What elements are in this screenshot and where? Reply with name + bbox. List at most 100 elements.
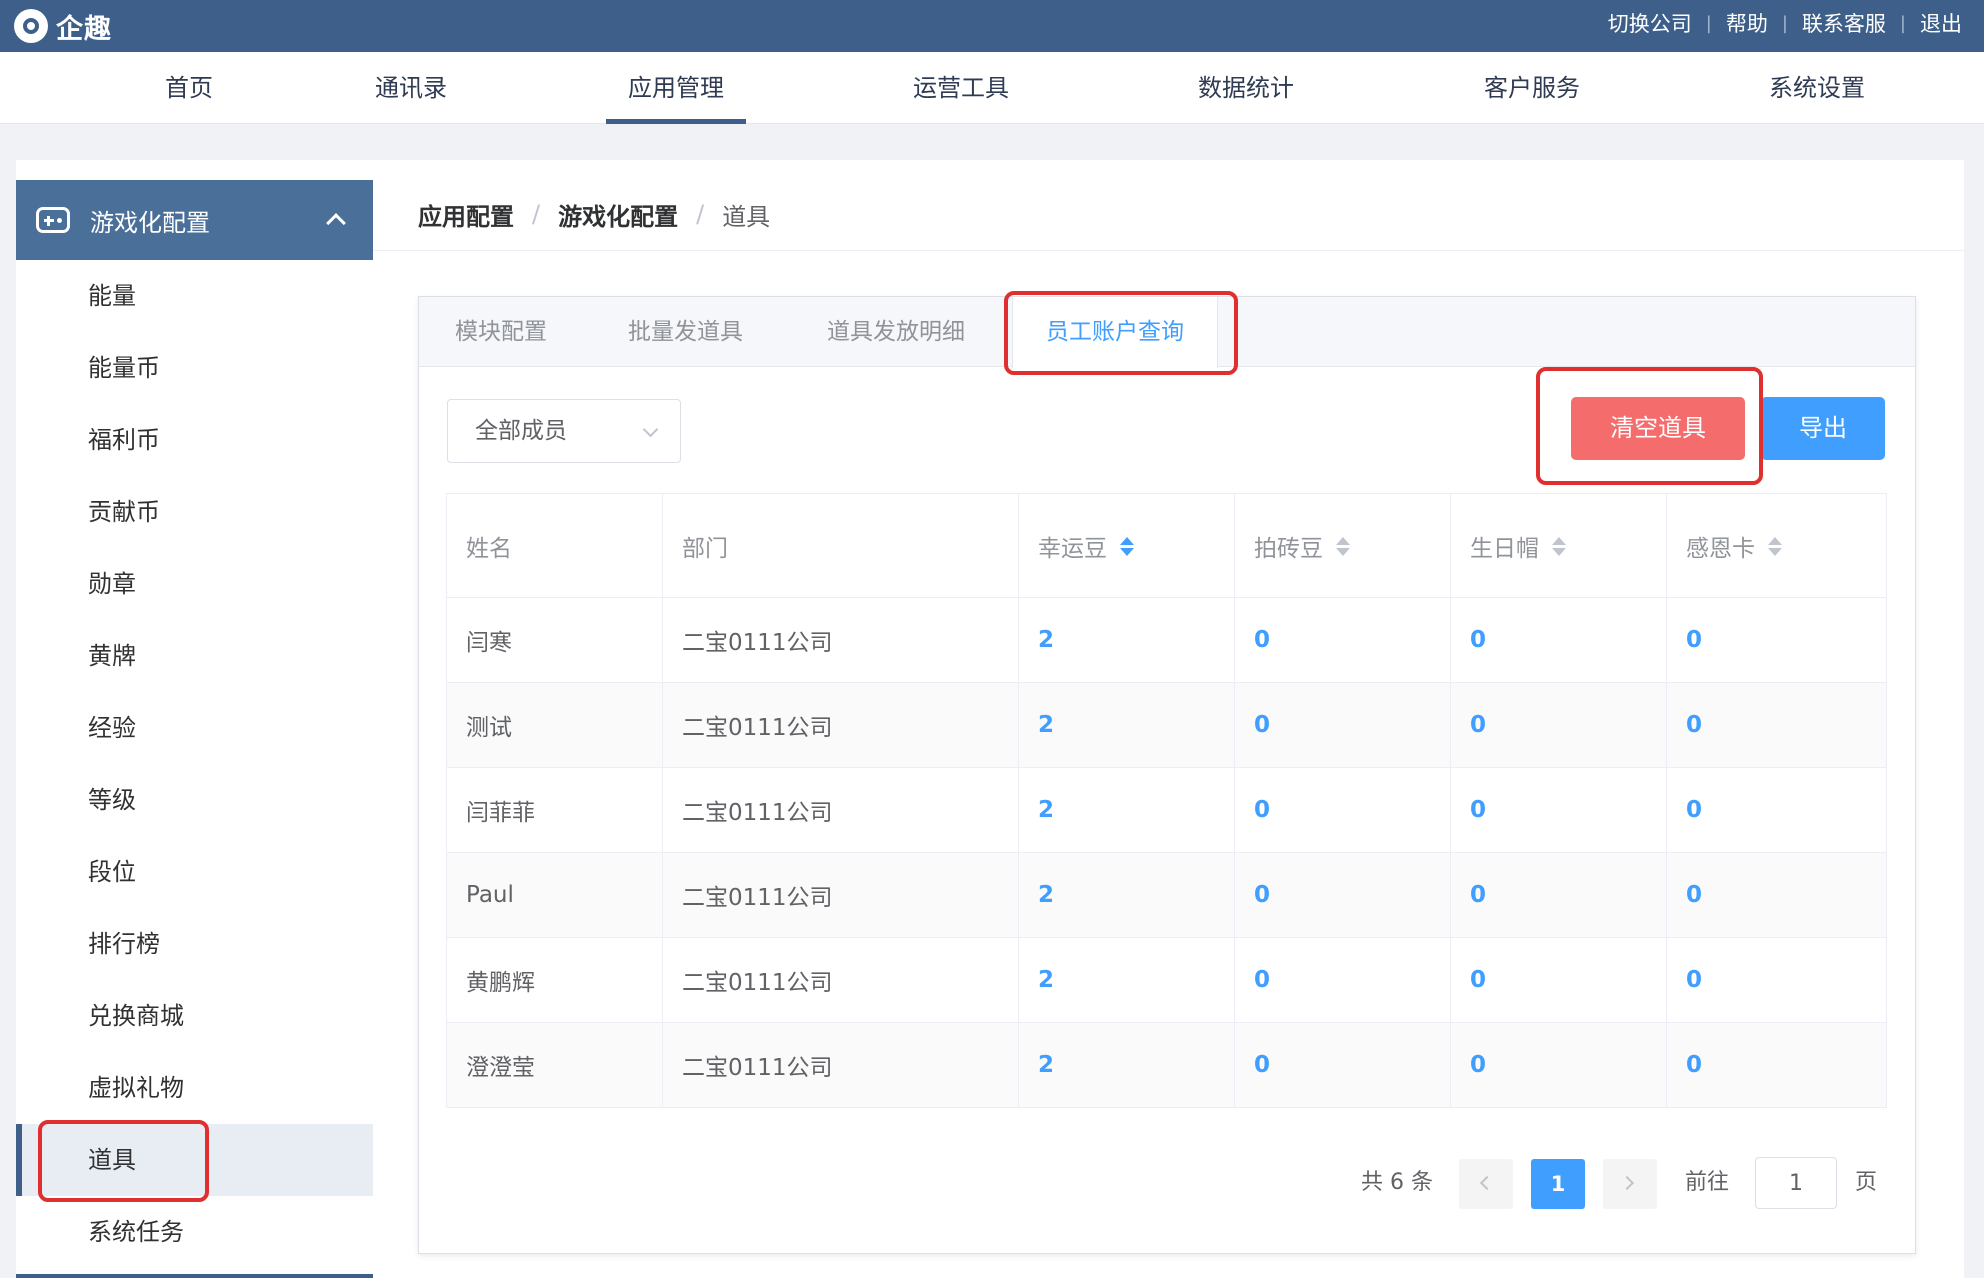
prev-page-button[interactable] [1459,1159,1513,1209]
contact-support-link[interactable]: 联系客服 [1802,8,1886,38]
member-select[interactable]: 全部成员 [447,399,681,463]
nav-system-settings[interactable]: 系统设置 [1769,52,1865,124]
cell-brick-bean[interactable]: 0 [1234,682,1451,768]
sidebar-item-virtual-gift[interactable]: 虚拟礼物 [16,1052,373,1124]
cell-brick-bean[interactable]: 0 [1234,767,1451,853]
cell-department: 二宝0111公司 [662,937,1019,1023]
column-header-thanks-card[interactable]: 感恩卡 [1666,493,1887,598]
page-number-current[interactable]: 1 [1531,1159,1585,1209]
cell-lucky-bean[interactable]: 2 [1018,937,1235,1023]
tab-employee-account-query[interactable]: 员工账户查询 [1012,297,1218,368]
switch-company-link[interactable]: 切换公司 [1608,8,1692,38]
breadcrumb-app-config[interactable]: 应用配置 [418,197,514,232]
sidebar-menu: 能量 能量币 福利币 贡献币 勋章 黄牌 经验 等级 段位 排行榜 兑换商城 虚… [16,260,373,1268]
cell-lucky-bean[interactable]: 2 [1018,852,1235,938]
cell-lucky-bean[interactable]: 2 [1018,1022,1235,1108]
app-logo[interactable]: 企趣 [14,6,112,46]
cell-brick-bean[interactable]: 0 [1234,937,1451,1023]
cell-thanks-card[interactable]: 0 [1666,937,1887,1023]
cell-thanks-card[interactable]: 0 [1666,1022,1887,1108]
sidebar-section-title: 游戏化配置 [90,208,210,237]
sidebar-item-energy[interactable]: 能量 [16,260,373,332]
nav-customer-service[interactable]: 客户服务 [1484,52,1580,124]
sidebar-item-level[interactable]: 等级 [16,764,373,836]
column-header-name: 姓名 [446,493,663,598]
main-nav: 首页 通讯录 应用管理 运营工具 数据统计 客户服务 系统设置 [0,52,1984,124]
export-button[interactable]: 导出 [1761,397,1885,460]
cell-name: 闫寒 [446,597,663,683]
table-row: 闫菲菲 二宝0111公司 2 0 0 0 [446,767,1887,853]
table-row: 闫寒 二宝0111公司 2 0 0 0 [446,597,1887,683]
sidebar-item-yellow-card[interactable]: 黄牌 [16,620,373,692]
logout-link[interactable]: 退出 [1920,8,1962,38]
nav-operation-tools[interactable]: 运营工具 [913,52,1009,124]
breadcrumb-gamification[interactable]: 游戏化配置 [558,197,678,232]
cell-birthday-hat[interactable]: 0 [1450,597,1667,683]
sidebar-item-experience[interactable]: 经验 [16,692,373,764]
column-header-department: 部门 [662,493,1019,598]
sidebar-item-leaderboard[interactable]: 排行榜 [16,908,373,980]
cell-thanks-card[interactable]: 0 [1666,597,1887,683]
sidebar-item-welfare-coin[interactable]: 福利币 [16,404,373,476]
sidebar-item-contribution-coin[interactable]: 贡献币 [16,476,373,548]
cell-lucky-bean[interactable]: 2 [1018,597,1235,683]
sidebar: 游戏化配置 能量 能量币 福利币 贡献币 勋章 黄牌 经验 等级 段位 排行榜 … [16,160,373,1278]
clear-props-button[interactable]: 清空道具 [1571,397,1745,460]
cell-department: 二宝0111公司 [662,1022,1019,1108]
nav-app-management[interactable]: 应用管理 [606,52,746,124]
cell-birthday-hat[interactable]: 0 [1450,767,1667,853]
cell-lucky-bean[interactable]: 2 [1018,767,1235,853]
pagination: 共 6 条 1 前往 页 [419,1157,1915,1209]
nav-home[interactable]: 首页 [165,52,213,124]
goto-page-input[interactable] [1755,1157,1837,1209]
sort-icon[interactable] [1767,536,1782,558]
tab-props-details[interactable]: 道具发放明细 [827,297,965,367]
tab-batch-send-props[interactable]: 批量发道具 [628,297,743,367]
table-row: 测试 二宝0111公司 2 0 0 0 [446,682,1887,768]
sidebar-item-props[interactable]: 道具 [16,1124,373,1196]
cell-name: 闫菲菲 [446,767,663,853]
table-header-row: 姓名 部门 幸运豆 拍砖豆 生日帽 感恩卡 [446,493,1887,598]
cell-brick-bean[interactable]: 0 [1234,597,1451,683]
cell-department: 二宝0111公司 [662,597,1019,683]
next-page-button[interactable] [1603,1159,1657,1209]
help-link[interactable]: 帮助 [1726,8,1768,38]
column-header-lucky-bean[interactable]: 幸运豆 [1018,493,1235,598]
chevron-up-icon[interactable] [326,213,346,233]
sidebar-item-energy-coin[interactable]: 能量币 [16,332,373,404]
sidebar-item-system-tasks[interactable]: 系统任务 [16,1196,373,1268]
cell-thanks-card[interactable]: 0 [1666,767,1887,853]
pagination-total: 共 6 条 [1361,1170,1433,1195]
tab-module-config[interactable]: 模块配置 [455,297,547,367]
sort-icon[interactable] [1119,536,1134,558]
sidebar-item-medal[interactable]: 勋章 [16,548,373,620]
cell-thanks-card[interactable]: 0 [1666,852,1887,938]
cell-birthday-hat[interactable]: 0 [1450,852,1667,938]
cell-birthday-hat[interactable]: 0 [1450,1022,1667,1108]
column-header-brick-bean[interactable]: 拍砖豆 [1234,493,1451,598]
cell-birthday-hat[interactable]: 0 [1450,682,1667,768]
cell-name: 测试 [446,682,663,768]
nav-contacts[interactable]: 通讯录 [375,52,447,124]
sidebar-section-gamification[interactable]: 游戏化配置 [16,180,373,260]
cell-brick-bean[interactable]: 0 [1234,1022,1451,1108]
column-header-birthday-hat[interactable]: 生日帽 [1450,493,1667,598]
cell-brick-bean[interactable]: 0 [1234,852,1451,938]
cell-name: 澄澄莹 [446,1022,663,1108]
cell-lucky-bean[interactable]: 2 [1018,682,1235,768]
cell-birthday-hat[interactable]: 0 [1450,937,1667,1023]
sidebar-item-rank[interactable]: 段位 [16,836,373,908]
tab-bar: 模块配置 批量发道具 道具发放明细 员工账户查询 [419,297,1915,368]
breadcrumb-props: 道具 [722,202,771,231]
table-row: 澄澄莹 二宝0111公司 2 0 0 0 [446,1022,1887,1108]
employee-props-table: 姓名 部门 幸运豆 拍砖豆 生日帽 感恩卡 闫寒 二宝0111公司 2 0 0 … [446,493,1887,1108]
cell-thanks-card[interactable]: 0 [1666,682,1887,768]
cell-department: 二宝0111公司 [662,852,1019,938]
cell-name: 黄鹏辉 [446,937,663,1023]
sidebar-item-exchange-mall[interactable]: 兑换商城 [16,980,373,1052]
sort-icon[interactable] [1551,536,1566,558]
goto-label: 前往 [1685,1170,1730,1195]
sort-icon[interactable] [1335,536,1350,558]
table-row: Paul 二宝0111公司 2 0 0 0 [446,852,1887,938]
nav-data-statistics[interactable]: 数据统计 [1198,52,1294,124]
